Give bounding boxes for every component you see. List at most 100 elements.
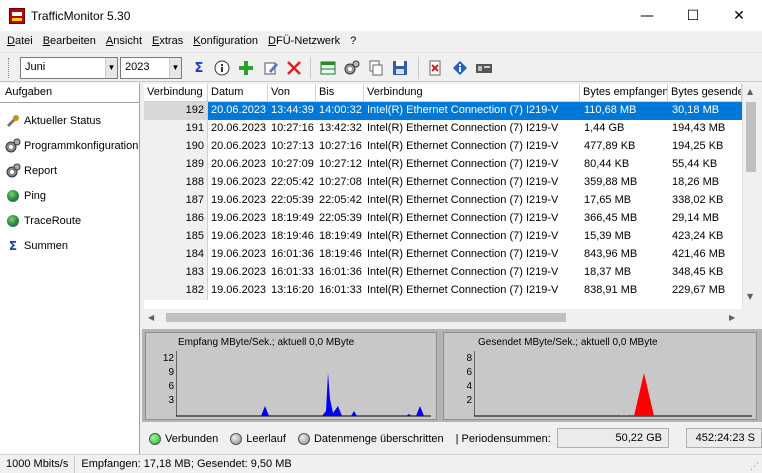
grey-led-icon [230, 432, 243, 445]
scroll-right-icon[interactable]: ▶ [729, 313, 735, 322]
scrollbar-thumb[interactable] [166, 313, 566, 322]
column-header-verbindung-id[interactable]: Verbindung [144, 84, 208, 101]
scroll-down-icon[interactable]: ▼ [747, 292, 753, 301]
column-header-verbindung[interactable]: Verbindung [364, 84, 580, 101]
table-cell: 20.06.2023 [211, 122, 267, 134]
close-button[interactable]: ✕ [716, 0, 762, 31]
table-body: 192 20.06.2023 13:44:39 14:00:32 Intel(R) Et… [144, 102, 742, 300]
receive-tick: 12 [162, 353, 174, 364]
toolbar-grip[interactable] [8, 58, 11, 78]
table-cell: Intel(R) Ethernet Connection (7) I219-V [367, 158, 559, 170]
chevron-down-icon[interactable]: ▼ [169, 58, 181, 78]
table-cell: 22:05:42 [319, 194, 362, 206]
menu-konfiguration[interactable]: Konfiguration [189, 35, 262, 47]
table-cell: 183 [144, 264, 208, 282]
table-cell: 19.06.2023 [211, 248, 267, 260]
sidebar-item-aktueller-status[interactable]: Aktueller Status [0, 108, 139, 133]
table-cell: Intel(R) Ethernet Connection (7) I219-V [367, 212, 559, 224]
info-icon[interactable] [212, 58, 232, 78]
chevron-down-icon[interactable]: ▼ [105, 58, 117, 78]
about-icon[interactable] [450, 58, 470, 78]
table-row[interactable]: 183 19.06.2023 16:01:33 16:01:36 Intel(R) Et… [144, 264, 742, 282]
table-cell: 186 [144, 210, 208, 228]
add-icon[interactable] [236, 58, 256, 78]
link-speed: 1000 Mbits/s [0, 455, 76, 473]
menu-bearbeiten[interactable]: Bearbeiten [39, 35, 100, 47]
table-row[interactable]: 182 19.06.2023 13:16:20 16:01:33 Intel(R) Et… [144, 282, 742, 300]
send-tick: 4 [466, 381, 472, 392]
sidebar-item-summen[interactable]: Σ Summen [0, 233, 139, 258]
menu-datei[interactable]: Datei [3, 35, 37, 47]
year-select[interactable]: 2023 ▼ [120, 57, 182, 79]
menu-help[interactable]: ? [346, 35, 360, 47]
table-row[interactable]: 187 19.06.2023 22:05:39 22:05:42 Intel(R) Et… [144, 192, 742, 210]
table-cell: 838,91 MB [584, 284, 638, 296]
column-header-von[interactable]: Von [268, 84, 316, 101]
connections-table[interactable]: Verbindung Datum Von Bis Verbindung Byte… [144, 84, 742, 309]
table-cell: 16:01:36 [319, 266, 362, 278]
table-row[interactable]: 186 19.06.2023 18:19:49 22:05:39 Intel(R) Et… [144, 210, 742, 228]
table-cell: 110,68 MB [580, 102, 668, 120]
minimize-button[interactable]: — [624, 0, 670, 31]
column-header-bytes-gesendet[interactable]: Bytes gesendet [668, 84, 742, 101]
table-cell: 29,14 MB [672, 212, 720, 224]
table-row[interactable]: 189 20.06.2023 10:27:09 10:27:12 Intel(R) Et… [144, 156, 742, 174]
scroll-up-icon[interactable]: ▲ [747, 87, 753, 96]
copy-icon[interactable] [366, 58, 386, 78]
table-cell: 194,43 MB [672, 122, 726, 134]
table-cell: 187 [144, 192, 208, 210]
maximize-button[interactable]: ☐ [670, 0, 716, 31]
table-cell: 18:19:49 [319, 230, 362, 242]
table-cell: 190 [144, 138, 208, 156]
sidebar-item-report[interactable]: Report [0, 158, 139, 183]
table-cell: 18,37 MB [584, 266, 632, 278]
scroll-left-icon[interactable]: ◀ [148, 313, 154, 322]
table-cell: Intel(R) Ethernet Connection (7) I219-V [364, 102, 580, 120]
sidebar-item-ping[interactable]: Ping [0, 183, 139, 208]
period-time-field: 452:24:23 S [686, 428, 762, 448]
gears-icon[interactable] [342, 58, 362, 78]
table-row[interactable]: 190 20.06.2023 10:27:13 10:27:16 Intel(R) Et… [144, 138, 742, 156]
column-header-bytes-empfangen[interactable]: Bytes empfangen [580, 84, 668, 101]
sigma-icon[interactable]: Σ [189, 58, 209, 78]
sidebar-item-programmkonfiguration[interactable]: Programmkonfiguration [0, 133, 139, 158]
edit-icon[interactable] [261, 58, 281, 78]
table-row[interactable]: 188 19.06.2023 22:05:42 10:27:08 Intel(R) Et… [144, 174, 742, 192]
toolbar-separator [418, 57, 419, 79]
table-row[interactable]: 191 20.06.2023 10:27:16 13:42:32 Intel(R) Et… [144, 120, 742, 138]
table-cell: 366,45 MB [584, 212, 638, 224]
report-close-icon[interactable] [425, 58, 445, 78]
column-header-bis[interactable]: Bis [316, 84, 364, 101]
vertical-scrollbar[interactable]: ▲ ▼ [742, 84, 759, 309]
table-row[interactable]: 185 19.06.2023 18:19:46 18:19:49 Intel(R) Et… [144, 228, 742, 246]
table-cell: 22:05:39 [319, 212, 362, 224]
table-cell: 18:19:46 [319, 248, 362, 260]
column-header-datum[interactable]: Datum [208, 84, 268, 101]
table-cell: 19.06.2023 [211, 194, 267, 206]
table-cell: 55,44 KB [672, 158, 718, 170]
year-value: 2023 [125, 61, 150, 73]
menu-extras[interactable]: Extras [148, 35, 187, 47]
menu-dfue-netzwerk[interactable]: DFÜ-Netzwerk [264, 35, 344, 47]
globe-icon [5, 213, 21, 229]
grey-led-icon [297, 432, 310, 445]
horizontal-scrollbar[interactable]: ◀ ▶ [144, 309, 742, 326]
menu-ansicht[interactable]: Ansicht [102, 35, 146, 47]
resize-grip-icon[interactable]: ⋰ [750, 462, 759, 472]
network-card-icon[interactable] [474, 58, 494, 78]
send-traffic-plot [474, 351, 752, 417]
table-icon[interactable] [318, 58, 338, 78]
table-row[interactable]: 192 20.06.2023 13:44:39 14:00:32 Intel(R) Et… [144, 102, 742, 120]
status-connected-label: Verbunden [165, 432, 219, 445]
sidebar-item-traceroute[interactable]: TraceRoute [0, 208, 139, 233]
scrollbar-thumb[interactable] [746, 102, 756, 172]
table-cell: 10:27:16 [271, 122, 314, 134]
period-volume-field: 50,22 GB [557, 428, 669, 448]
table-cell: 17,65 MB [584, 194, 632, 206]
table-cell: 10:27:09 [271, 158, 314, 170]
save-icon[interactable] [390, 58, 410, 78]
delete-icon[interactable] [284, 58, 304, 78]
sidebar-item-label: TraceRoute [24, 214, 82, 227]
month-select[interactable]: Juni ▼ [20, 57, 118, 79]
table-row[interactable]: 184 19.06.2023 16:01:36 18:19:46 Intel(R) Et… [144, 246, 742, 264]
